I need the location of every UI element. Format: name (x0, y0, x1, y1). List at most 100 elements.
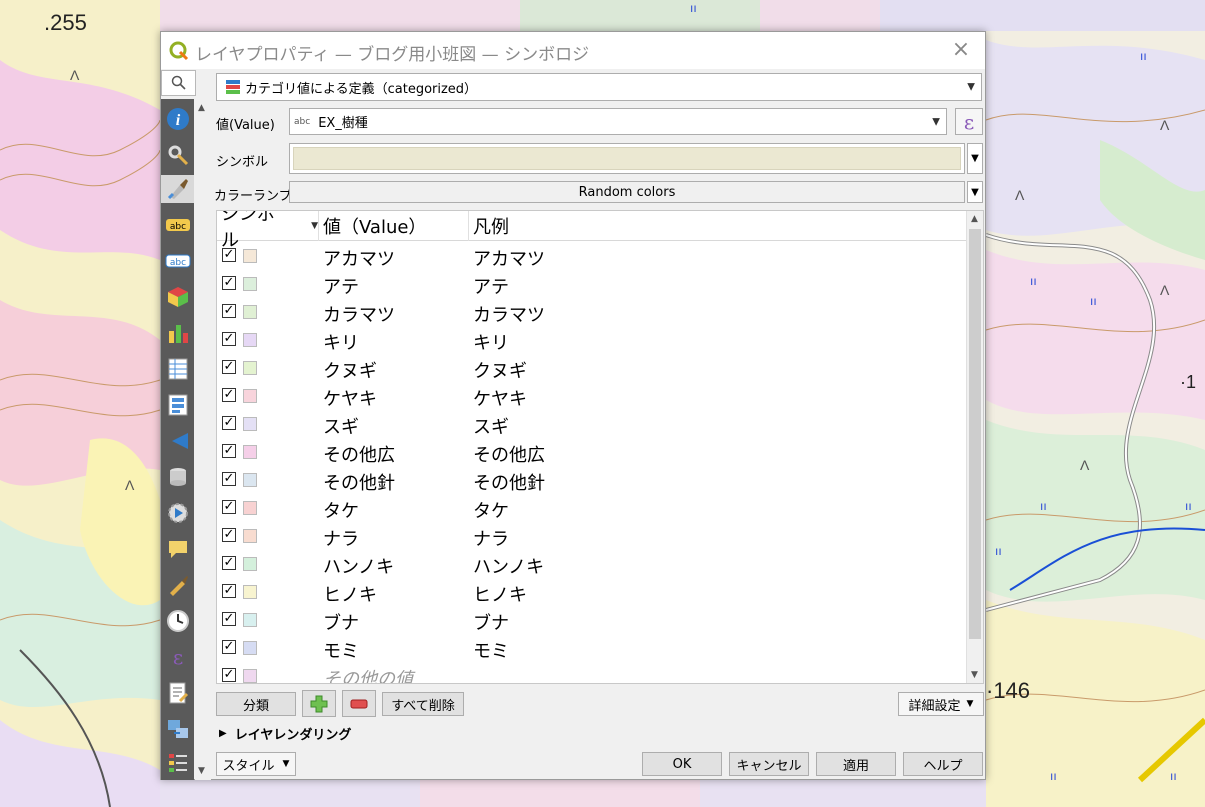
sidebar-item-diagrams[interactable] (164, 319, 192, 347)
sidebar-item-labels[interactable]: abc (164, 211, 192, 239)
row-checkbox[interactable]: ✓ (222, 444, 236, 458)
symbol-swatch[interactable] (243, 641, 257, 655)
value-cell[interactable]: ナラ (323, 525, 359, 551)
value-cell[interactable]: ハンノキ (323, 553, 394, 579)
table-row[interactable]: ✓ キリ キリ (217, 326, 967, 354)
cancel-button[interactable]: キャンセル (729, 752, 809, 776)
legend-cell[interactable]: スギ (473, 413, 509, 439)
row-checkbox[interactable]: ✓ (222, 248, 236, 262)
table-row[interactable]: ✓ ケヤキ ケヤキ (217, 382, 967, 410)
value-cell[interactable]: アテ (323, 273, 359, 299)
apply-button[interactable]: 適用 (816, 752, 896, 776)
sidebar-item-information[interactable]: i (164, 105, 192, 133)
value-cell[interactable]: ケヤキ (323, 385, 377, 411)
table-row[interactable]: ✓ モミ モミ (217, 634, 967, 662)
sidebar-item-auxiliary-storage[interactable] (164, 463, 192, 491)
sidebar-item-attributes-form[interactable] (164, 391, 192, 419)
symbol-swatch[interactable] (243, 389, 257, 403)
sidebar-item-joins[interactable] (164, 427, 192, 455)
color-ramp-dropdown[interactable]: ▼ (967, 181, 983, 203)
sidebar-item-fields[interactable] (164, 355, 192, 383)
sidebar-item-dependencies[interactable] (164, 715, 192, 743)
table-row[interactable]: ✓ ブナ ブナ (217, 606, 967, 634)
legend-cell[interactable]: ハンノキ (473, 553, 544, 579)
column-header-legend[interactable]: 凡例 (469, 211, 967, 241)
symbol-dropdown-button[interactable]: ▼ (967, 143, 983, 174)
sidebar-search[interactable] (161, 70, 196, 96)
table-row[interactable]: ✓ タケ タケ (217, 494, 967, 522)
classify-button[interactable]: 分類 (216, 692, 296, 716)
legend-cell[interactable]: その他針 (473, 469, 545, 495)
legend-cell[interactable]: ヒノキ (473, 581, 527, 607)
symbol-swatch[interactable] (243, 417, 257, 431)
row-checkbox[interactable]: ✓ (222, 500, 236, 514)
sidebar-item-symbology[interactable] (161, 175, 194, 203)
table-row[interactable]: ✓ カラマツ カラマツ (217, 298, 967, 326)
row-checkbox[interactable]: ✓ (222, 556, 236, 570)
value-cell[interactable]: アカマツ (323, 245, 395, 271)
table-row[interactable]: ✓ アカマツ アカマツ (217, 242, 967, 270)
row-checkbox[interactable]: ✓ (222, 528, 236, 542)
symbol-swatch[interactable] (243, 473, 257, 487)
table-row[interactable]: ✓ ハンノキ ハンノキ (217, 550, 967, 578)
expression-button[interactable]: ε (955, 108, 983, 135)
value-cell[interactable]: カラマツ (323, 301, 395, 327)
renderer-select[interactable]: カテゴリ値による定義（categorized） ▼ (216, 73, 982, 101)
table-row[interactable]: ✓ ナラ ナラ (217, 522, 967, 550)
advanced-button[interactable]: 詳細設定 ▼ (898, 692, 984, 716)
legend-cell[interactable]: その他広 (473, 441, 545, 467)
table-row[interactable]: ✓ ヒノキ ヒノキ (217, 578, 967, 606)
table-row[interactable]: ✓ スギ スギ (217, 410, 967, 438)
legend-cell[interactable]: クヌギ (473, 357, 527, 383)
table-row[interactable]: ✓ その他広 その他広 (217, 438, 967, 466)
symbol-swatch[interactable] (243, 445, 257, 459)
legend-cell[interactable]: アカマツ (473, 245, 545, 271)
sidebar-item-temporal[interactable] (164, 607, 192, 635)
legend-cell[interactable]: タケ (473, 497, 509, 523)
value-cell[interactable]: その他針 (323, 469, 395, 495)
symbol-swatch[interactable] (243, 529, 257, 543)
symbol-swatch[interactable] (243, 361, 257, 375)
value-cell[interactable]: キリ (323, 329, 359, 355)
column-header-value[interactable]: 値（Value） (319, 211, 469, 241)
value-cell[interactable]: モミ (323, 637, 359, 663)
row-checkbox[interactable]: ✓ (222, 472, 236, 486)
sidebar-item-source[interactable] (164, 141, 192, 169)
symbol-swatch[interactable] (243, 305, 257, 319)
row-checkbox[interactable]: ✓ (222, 640, 236, 654)
sidebar-item-actions[interactable] (164, 499, 192, 527)
legend-cell[interactable]: ブナ (473, 609, 509, 635)
close-button[interactable]: × (949, 38, 973, 62)
row-checkbox[interactable]: ✓ (222, 668, 236, 682)
row-checkbox[interactable]: ✓ (222, 304, 236, 318)
value-cell[interactable]: その他の値 (323, 665, 413, 683)
help-button[interactable]: ヘルプ (903, 752, 983, 776)
legend-cell[interactable]: アテ (473, 273, 509, 299)
color-ramp-button[interactable]: Random colors (289, 181, 965, 203)
table-row[interactable]: ✓ その他針 その他針 (217, 466, 967, 494)
sidebar-item-rendering[interactable] (164, 571, 192, 599)
row-checkbox[interactable]: ✓ (222, 360, 236, 374)
sidebar-item-metadata[interactable] (164, 679, 192, 707)
sidebar-scrollbar[interactable]: ▲ ▼ (195, 99, 211, 780)
legend-cell[interactable]: ケヤキ (473, 385, 527, 411)
symbol-swatch[interactable] (243, 585, 257, 599)
legend-cell[interactable]: モミ (473, 637, 509, 663)
sidebar-item-masks[interactable]: abc (164, 247, 192, 275)
table-scrollbar[interactable]: ▲ ▼ (966, 211, 983, 683)
symbol-swatch[interactable] (243, 613, 257, 627)
row-checkbox[interactable]: ✓ (222, 416, 236, 430)
row-checkbox[interactable]: ✓ (222, 388, 236, 402)
symbol-swatch[interactable] (243, 501, 257, 515)
symbol-swatch[interactable] (243, 277, 257, 291)
column-header-symbol[interactable]: シンボル ▼ (217, 211, 319, 251)
symbol-swatch[interactable] (243, 249, 257, 263)
value-cell[interactable]: その他広 (323, 441, 395, 467)
row-checkbox[interactable]: ✓ (222, 332, 236, 346)
symbol-button[interactable] (289, 143, 965, 174)
categories-table[interactable]: シンボル ▼ 値（Value） 凡例 ✓ アカマツ アカマツ ✓ アテ アテ ✓ カラマツ カラ… (216, 210, 984, 684)
remove-category-button[interactable] (342, 690, 376, 717)
table-row[interactable]: ✓ クヌギ クヌギ (217, 354, 967, 382)
sidebar-item-display[interactable] (164, 535, 192, 563)
layer-rendering-toggle[interactable]: ▶ レイヤレンダリング (219, 724, 351, 743)
